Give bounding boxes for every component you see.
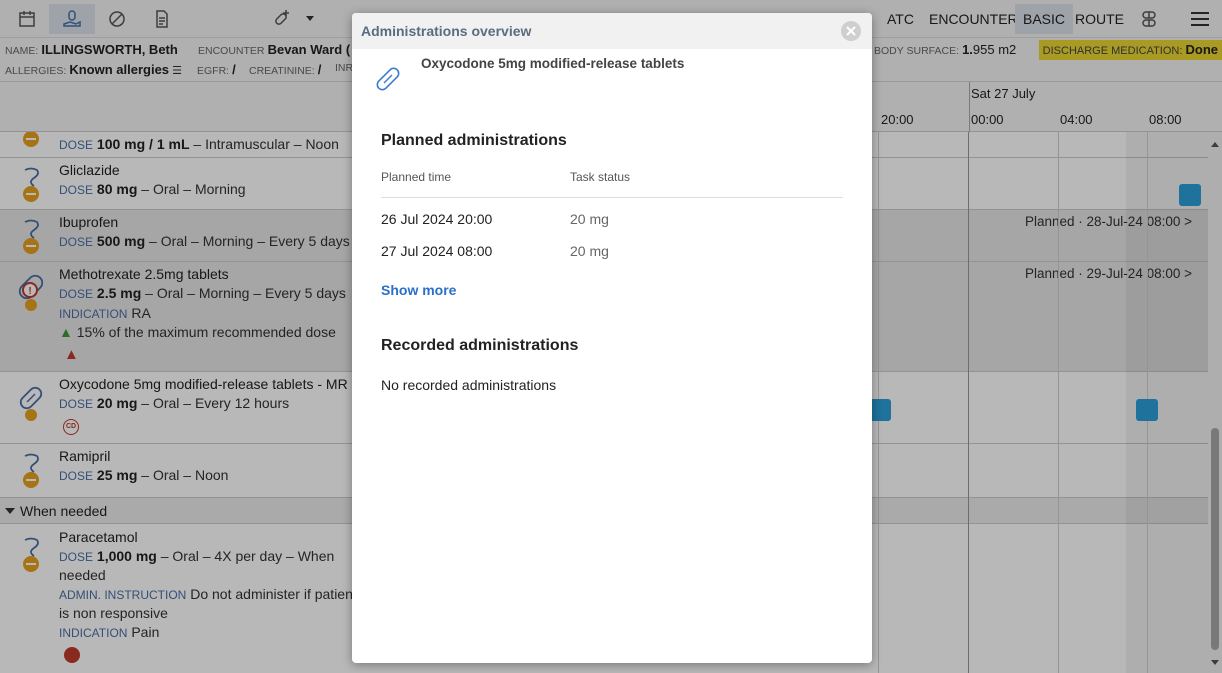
column-header-task-status: Task status (570, 170, 631, 184)
dialog-title: Administrations overview (361, 23, 532, 39)
planned-time-cell: 27 Jul 2024 08:00 (381, 243, 493, 259)
task-status-cell: 20 mg (570, 211, 609, 227)
recorded-administrations-heading: Recorded administrations (381, 337, 579, 354)
capsule-pill-icon (376, 67, 400, 91)
medication-name: Oxycodone 5mg modified-release tablets (421, 56, 685, 71)
planned-administrations-heading: Planned administrations (381, 132, 567, 149)
no-recorded-message: No recorded administrations (381, 377, 557, 393)
dialog-header: Administrations overview (352, 13, 872, 49)
divider (381, 197, 843, 198)
planned-time-cell: 26 Jul 2024 20:00 (381, 211, 493, 227)
column-header-planned-time: Planned time (381, 170, 452, 184)
administrations-overview-dialog: Administrations overview Oxycodone 5mg m… (352, 13, 872, 663)
close-icon (846, 26, 856, 36)
show-more-link[interactable]: Show more (381, 282, 456, 298)
close-button[interactable] (841, 21, 861, 41)
task-status-cell: 20 mg (570, 243, 609, 259)
